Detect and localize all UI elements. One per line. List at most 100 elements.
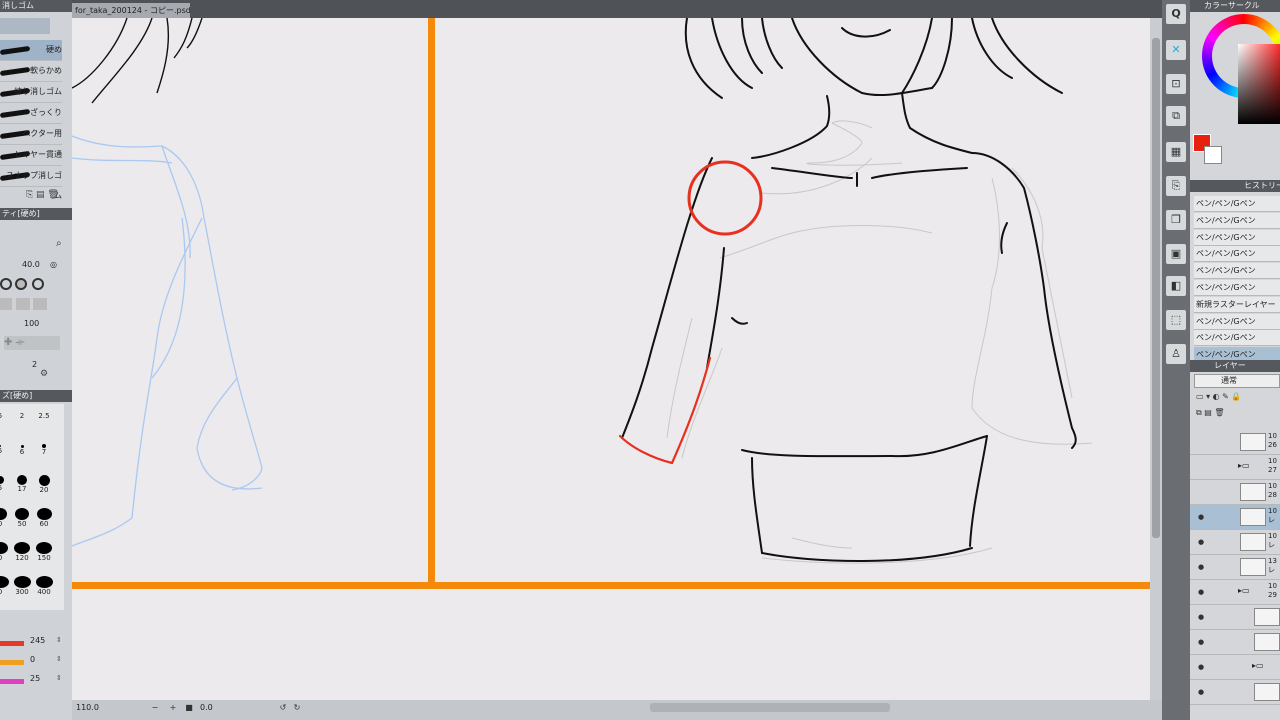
zoom-value[interactable]: 110.0 [76, 703, 99, 712]
eye-icon[interactable]: ● [1198, 588, 1204, 596]
size-preset-cell[interactable]: 120 [12, 542, 32, 562]
color-slider-row[interactable]: 0 ⇕ [0, 653, 70, 671]
spin-arrows-icon[interactable]: ⇕ [56, 655, 62, 663]
history-item[interactable]: ペン/ペン/Gペン [1194, 313, 1280, 330]
history-item[interactable]: ペン/ペン/Gペン [1194, 263, 1280, 280]
eye-icon[interactable]: ● [1198, 663, 1204, 671]
figure-icon[interactable]: ♙ [1166, 344, 1186, 364]
size-preset-cell[interactable]: 5 [0, 406, 10, 426]
layer-row[interactable]: 10 28 [1190, 480, 1280, 505]
history-item[interactable]: ペン/ペン/Gペン [1194, 246, 1280, 263]
transform-icon[interactable]: ⬚ [1166, 310, 1186, 330]
layer-row[interactable]: ▸▭ ● [1190, 655, 1280, 680]
eraser-brush-item[interactable]: ざっくり [0, 103, 62, 124]
history-item[interactable]: ペン/ペン/Gペン [1194, 196, 1280, 212]
size-preset-cell[interactable]: 0 [0, 508, 10, 528]
canvas-vertical-scrollbar[interactable] [1150, 18, 1162, 700]
history-item[interactable]: ペン/ペン/Gペン [1194, 229, 1280, 246]
layer-row[interactable]: ● 13 レ [1190, 555, 1280, 580]
opacity-row[interactable]: 100 [0, 316, 70, 332]
rotation-value[interactable]: 0.0 [200, 703, 213, 712]
tip-shape-buttons[interactable] [0, 278, 60, 292]
size-preset-cell[interactable]: 7 [34, 440, 54, 460]
eraser-brush-item[interactable]: 練り消しゴム [0, 82, 62, 103]
eraser-brush-item[interactable]: ベクター用 [0, 124, 62, 145]
image-icon[interactable]: ▣ [1166, 244, 1186, 264]
rotate-left-icon[interactable]: ↺ [278, 703, 288, 713]
hardness-row[interactable]: 2 [0, 357, 70, 373]
rotate-right-icon[interactable]: ↻ [292, 703, 302, 713]
pressure-icon[interactable]: ◎ [50, 257, 57, 273]
size-preset-cell[interactable]: 6 [12, 440, 32, 460]
eye-icon[interactable]: ● [1198, 613, 1204, 621]
layer-row[interactable]: ● [1190, 605, 1280, 630]
size-preset-cell[interactable]: 2 [12, 406, 32, 426]
history-item[interactable]: ペン/ペン/Gペン [1194, 280, 1280, 296]
eraser-brush-item[interactable]: スナップ消しゴム [0, 166, 62, 200]
magnify-icon[interactable]: ⌕ [56, 238, 62, 249]
size-preset-cell[interactable]: 300 [12, 576, 32, 596]
saturation-value-square[interactable] [1238, 44, 1280, 124]
layer-row[interactable]: ▸▭ ● 10 29 [1190, 580, 1280, 605]
drawing-canvas[interactable] [72, 18, 1150, 700]
brush-size-row[interactable]: 40.0 ◎ [0, 257, 70, 273]
spin-arrows-icon[interactable]: ⇕ [56, 636, 62, 644]
search-icon[interactable]: Q [1166, 4, 1186, 24]
color-slider-row[interactable]: 25 ⇕ [0, 672, 70, 690]
size-preset-cell[interactable]: 150 [34, 542, 54, 562]
layer-row[interactable]: ● [1190, 680, 1280, 705]
color-slider-bar[interactable] [0, 641, 24, 646]
blend-mode-select[interactable]: 通常 [1194, 374, 1280, 388]
subtool-icons[interactable]: ⎘ ▤ 🗑 [26, 190, 59, 200]
size-preset-cell[interactable]: 50 [12, 508, 32, 528]
size-preset-cell[interactable]: 2.5 [34, 406, 54, 426]
size-preset-cell[interactable]: 400 [34, 576, 54, 596]
history-item[interactable]: ペン/ペン/Gペン [1194, 330, 1280, 347]
color-slider-row[interactable]: 245 ⇕ [0, 634, 70, 652]
scroll-thumb[interactable] [1152, 38, 1160, 538]
layer-row[interactable]: ● 10 レ [1190, 530, 1280, 555]
color-slider-bar[interactable] [0, 660, 24, 665]
layer-row[interactable]: 10 26 [1190, 430, 1280, 455]
snap-buttons[interactable]: ✚ ⟛ [4, 336, 60, 350]
eraser-brush-item[interactable]: 軟らかめ [0, 61, 62, 82]
paste-icon[interactable]: ⎘ [1166, 176, 1186, 196]
document-tab[interactable]: for_taka_200124 - コピー.psd* [72, 3, 190, 18]
invert-selection-icon[interactable]: ⧉ [1166, 106, 1186, 126]
eraser-brush-item[interactable]: 硬め [0, 40, 62, 61]
eye-icon[interactable]: ● [1198, 513, 1204, 521]
layer-toolbar[interactable]: ▭ ▾ ◐ ✎ 🔒 [1196, 392, 1276, 404]
settings-icon[interactable]: ⚙ [40, 369, 48, 379]
size-preset-cell[interactable]: 17 [12, 474, 32, 494]
layer-row[interactable]: ▸▭ 10 27 [1190, 455, 1280, 480]
size-preset-cell[interactable]: 5 [0, 440, 10, 460]
size-preset-cell[interactable]: 0 [0, 576, 10, 596]
color-slider-bar[interactable] [0, 679, 24, 684]
eye-icon[interactable]: ● [1198, 638, 1204, 646]
folder-icon[interactable]: ▸▭ [1238, 461, 1250, 470]
eraser-brush-item[interactable]: レイヤー貫通 [0, 145, 62, 166]
sub-color-swatch[interactable] [1204, 146, 1222, 164]
size-preset-cell[interactable]: 5 [0, 474, 10, 494]
history-item[interactable]: 新規ラスターレイヤー [1194, 296, 1280, 313]
layer-row[interactable]: ● [1190, 630, 1280, 655]
folder-icon[interactable]: ▸▭ [1252, 661, 1264, 670]
tip-style-buttons[interactable] [0, 298, 48, 310]
eye-icon[interactable]: ● [1198, 563, 1204, 571]
copy-icon[interactable]: ❐ [1166, 210, 1186, 230]
eye-icon[interactable]: ● [1198, 538, 1204, 546]
size-preset-cell[interactable]: 20 [34, 474, 54, 494]
horizontal-scrollbar[interactable] [650, 703, 890, 712]
layer-icon[interactable]: ◧ [1166, 276, 1186, 296]
layer-row[interactable]: ● 10 レ [1190, 505, 1280, 530]
zoom-out-icon[interactable]: − [150, 703, 160, 713]
history-item[interactable]: ペン/ペン/Gペン [1194, 212, 1280, 229]
eye-icon[interactable]: ● [1198, 688, 1204, 696]
grid-icon[interactable]: ▦ [1166, 142, 1186, 162]
size-preset-cell[interactable]: 0 [0, 542, 10, 562]
folder-icon[interactable]: ▸▭ [1238, 586, 1250, 595]
layer-toolbar-2[interactable]: ⧉ ▤ 🗑 [1196, 408, 1276, 420]
fit-icon[interactable]: ■ [184, 703, 194, 713]
crop-icon[interactable]: ⊡ [1166, 74, 1186, 94]
clear-selection-icon[interactable]: ✕ [1166, 40, 1186, 60]
